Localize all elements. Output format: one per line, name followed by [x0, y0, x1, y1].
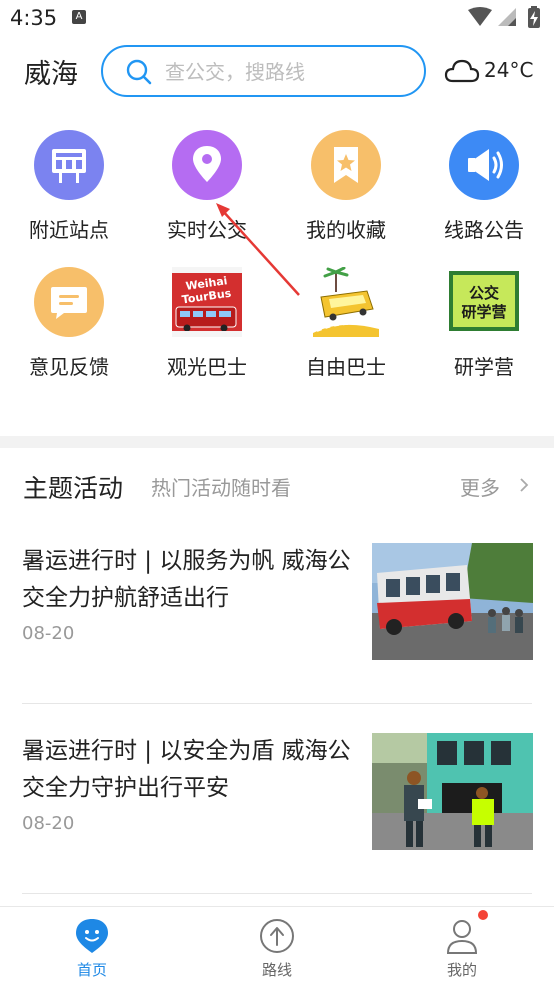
nav-label: 路线	[261, 961, 292, 979]
temperature: 24°C	[484, 58, 534, 82]
news-item[interactable]: 暑运进行时 | 以服务为帆 威海公交全力护航舒适出行 08-20	[0, 543, 554, 733]
search-icon	[126, 59, 152, 85]
news-item[interactable]: 暑运进行时 | 以安全为盾 威海公交全力守护出行平安 08-20	[0, 733, 554, 923]
grid-item-realtime-bus[interactable]: 实时公交	[138, 130, 276, 250]
news-date: 08-20	[22, 813, 75, 834]
grid-label: 研学营	[454, 355, 514, 379]
section-divider	[0, 436, 554, 448]
nav-label: 首页	[76, 961, 107, 979]
user-icon	[446, 920, 478, 954]
section-title: 主题活动	[23, 474, 124, 503]
weather-widget[interactable]: 24°C	[444, 56, 544, 86]
grid-item-study-camp[interactable]: 公交 研学营 研学营	[415, 267, 553, 387]
grid-label: 附近站点	[29, 218, 109, 242]
notification-icon: A	[72, 10, 86, 24]
grid-item-tour-bus[interactable]: Weihai TourBus 观光巴士	[138, 267, 276, 387]
status-time: 4:35	[10, 6, 58, 30]
grid-item-announcements[interactable]: 线路公告	[415, 130, 553, 250]
location-pin-icon	[172, 130, 242, 200]
chevron-right-icon[interactable]	[518, 476, 530, 494]
news-date: 08-20	[22, 623, 75, 644]
news-thumbnail	[372, 733, 533, 850]
bus-stop-sign-icon	[34, 130, 104, 200]
study-camp-text-1: 公交	[469, 284, 499, 302]
section-subtitle: 热门活动随时看	[151, 476, 291, 500]
nav-home[interactable]: 首页	[32, 907, 152, 984]
status-bar: 4:35 A	[0, 0, 554, 36]
news-thumbnail	[372, 543, 533, 660]
news-title: 暑运进行时 | 以安全为盾 威海公交全力守护出行平安	[22, 738, 351, 801]
bottom-nav: 首页 路线 我的	[0, 906, 554, 984]
cloud-icon	[444, 59, 480, 83]
home-icon	[76, 919, 108, 953]
study-camp-text-2: 研学营	[461, 303, 506, 321]
more-button[interactable]: 更多	[460, 472, 500, 501]
free-bus-image	[311, 266, 381, 337]
city-selector[interactable]: 威海	[24, 52, 78, 91]
bookmark-star-icon	[311, 130, 381, 200]
speaker-icon	[449, 130, 519, 200]
news-separator	[22, 703, 532, 704]
route-icon	[260, 919, 294, 953]
grid-label: 观光巴士	[167, 355, 247, 379]
grid-item-favorites[interactable]: 我的收藏	[277, 130, 415, 250]
grid-item-nearby-stops[interactable]: 附近站点	[0, 130, 138, 250]
grid-label: 自由巴士	[306, 355, 386, 379]
nav-label: 我的	[446, 961, 477, 979]
system-status-icons	[468, 6, 540, 28]
nav-route[interactable]: 路线	[217, 907, 337, 984]
news-title: 暑运进行时 | 以服务为帆 威海公交全力护航舒适出行	[22, 548, 351, 611]
search-bar[interactable]	[101, 45, 426, 97]
grid-label: 实时公交	[167, 218, 247, 242]
grid-item-feedback[interactable]: 意见反馈	[0, 267, 138, 387]
nav-mine[interactable]: 我的	[402, 907, 522, 984]
grid-label: 意见反馈	[29, 355, 109, 379]
tour-bus-image: Weihai TourBus	[172, 267, 242, 337]
grid-label: 我的收藏	[306, 218, 386, 242]
notification-dot	[478, 910, 488, 920]
search-input[interactable]	[165, 58, 415, 86]
study-camp-image: 公交 研学营	[449, 267, 519, 337]
news-separator	[22, 893, 532, 894]
grid-item-free-bus[interactable]: 自由巴士	[277, 266, 415, 387]
feedback-chat-icon	[34, 267, 104, 337]
grid-label: 线路公告	[444, 218, 524, 242]
